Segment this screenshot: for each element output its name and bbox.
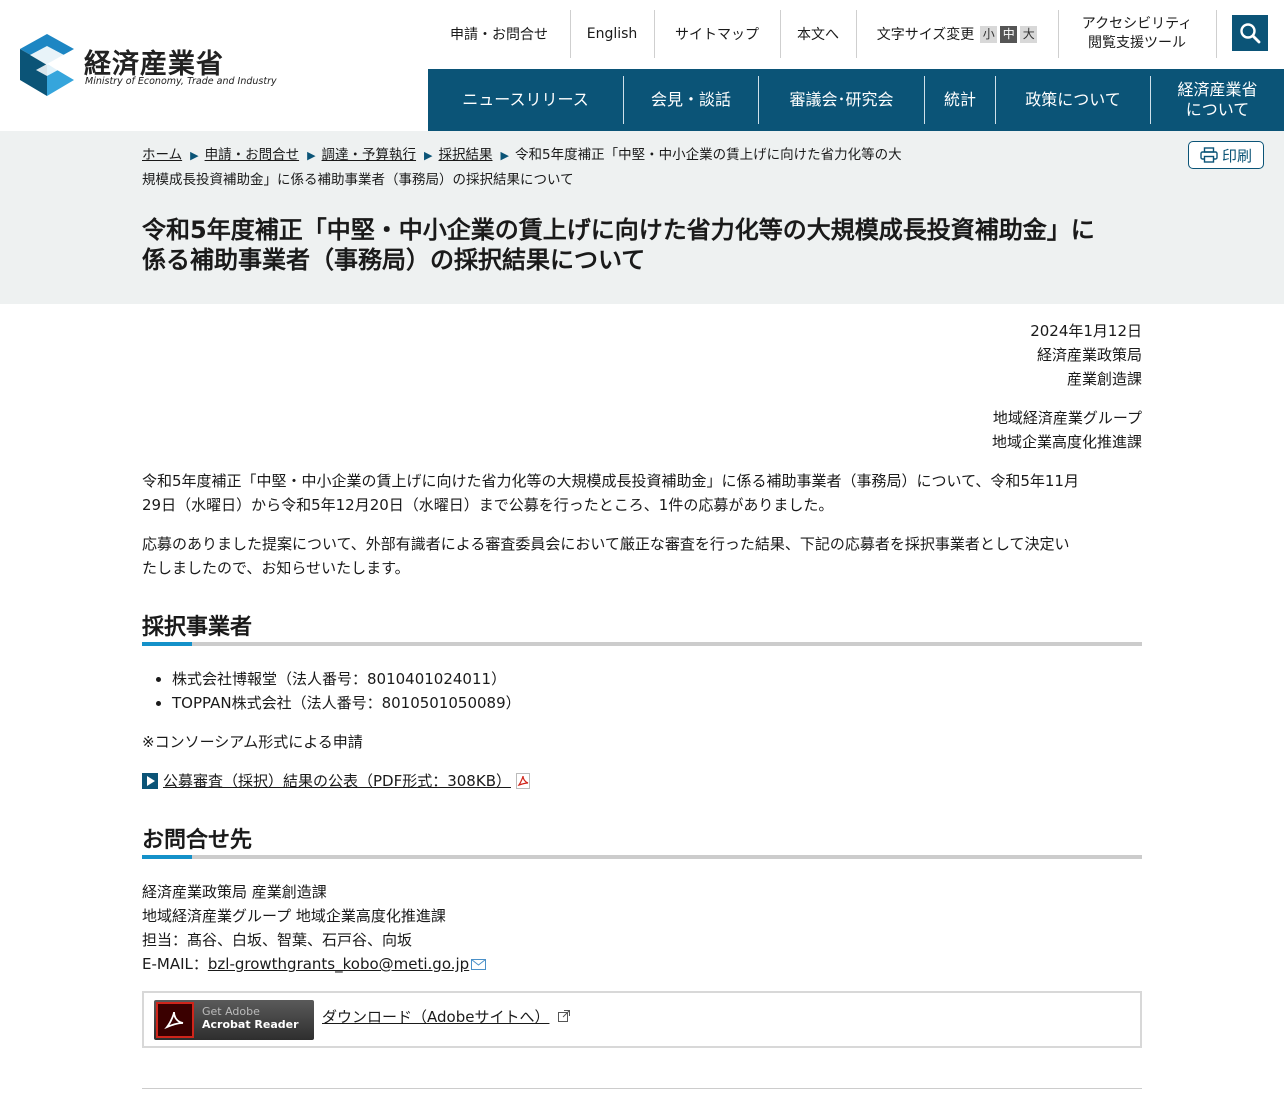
nav-item-about-meti[interactable]: 経済産業省 について [1151,69,1284,131]
department-division: 産業創造課 [1066,370,1142,388]
release-meta-2: 地域経済産業グループ 地域企業高度化推進課 [142,406,1142,454]
play-arrow-icon [142,773,158,789]
acrobat-icon [156,1002,194,1038]
release-date: 2024年1月12日 [1030,322,1142,340]
divider [654,10,655,58]
site-header: 経済産業省 Ministry of Economy, Trade and Ind… [0,0,1284,131]
intro-line1: 令和5年度補正「中堅・中小企業の賃上げに向けた省力化等の大規模成長投資補助金」に… [142,472,1079,490]
decision-paragraph: 応募のありました提案について、外部有識者による審査委員会において厳正な審査を行っ… [142,532,1142,580]
font-size-large-button[interactable]: 大 [1020,25,1038,43]
mail-icon [471,958,487,970]
breadcrumb-arrow-icon: ▶ [190,149,199,162]
contact-info: 経済産業政策局 産業創造課 地域経済産業グループ 地域企業高度化推進課 担当：髙… [142,880,1142,976]
heading-underline [142,855,1142,859]
page-title: 令和5年度補正「中堅・中小企業の賃上げに向けた省力化等の大規模成長投資補助金」に… [142,215,1142,275]
pdf-result-link[interactable]: 公募審査（採択）結果の公表（PDF形式：308KB） [142,769,531,793]
accessibility-tool-link[interactable]: アクセシビリティ 閲覧支援ツール [1062,10,1212,58]
list-item: 株式会社博報堂（法人番号：8010401024011） [172,667,1072,691]
department-bureau: 経済産業政策局 [1036,346,1142,364]
search-button[interactable] [1232,15,1268,51]
release-meta: 2024年1月12日 経済産業政策局 産業創造課 [142,319,1142,391]
get-adobe-reader-badge[interactable]: Get Adobe Acrobat Reader [154,1000,314,1040]
breadcrumb-arrow-icon: ▶ [307,149,316,162]
breadcrumb-current-cont: 規模成長投資補助金」に係る補助事業者（事務局）の採択結果について [142,172,574,188]
heading-underline [142,642,1142,646]
search-icon [1240,23,1261,44]
page-title-line2: 係る補助事業者（事務局）の採択結果について [142,246,646,274]
skip-to-content-link[interactable]: 本文へ [784,10,852,58]
intro-line2: 29日（水曜日）から令和5年12月20日（水曜日）まで公募を行ったところ、1件の… [142,496,834,514]
adobe-download-text: ダウンロード（Adobeサイトへ） [322,1008,550,1026]
font-size-label: 文字サイズ変更 [876,27,975,43]
list-item: TOPPAN株式会社（法人番号：8010501050089） [172,691,1072,715]
pdf-icon [515,773,530,789]
font-size-medium-button[interactable]: 中 [1000,25,1018,43]
email-label: E-MAIL： [142,955,208,973]
nav-item-policy[interactable]: 政策について [996,69,1150,131]
breadcrumb-contact[interactable]: 申請・お問合せ [205,147,300,163]
title-band: ホーム ▶ 申請・お問合せ ▶ 調達・予算執行 ▶ 採択結果 ▶ 令和5年度補正「中堅・中小企業… [0,131,1284,304]
section-heading-contact: お問合せ先 [142,828,253,853]
divider [1216,10,1217,58]
global-nav: ニュースリリース 会見・談話 審議会･研究会 統計 政策について 経済産業省 に… [428,69,1284,131]
divider [1058,10,1059,58]
adobe-download-link[interactable]: ダウンロード（Adobeサイトへ） [322,1006,571,1027]
adobe-badge-line1: Get Adobe [202,1005,260,1018]
divider [570,10,571,58]
meti-logo-icon [20,34,74,96]
print-label: 印刷 [1221,146,1252,165]
nav-about-line2: について [1185,100,1250,119]
contact-link[interactable]: 申請・お問合せ [432,10,566,58]
decision-line2: たしましたので、お知らせいたします。 [142,559,410,577]
divider [856,10,857,58]
department-group-division: 地域企業高度化推進課 [991,433,1142,451]
divider [780,10,781,58]
accessibility-label-line1: アクセシビリティ [1081,16,1193,32]
meti-logo[interactable]: 経済産業省 Ministry of Economy, Trade and Ind… [20,34,277,98]
section-heading-awardees: 採択事業者 [142,615,253,640]
accessibility-label-line2: 閲覧支援ツール [1088,35,1186,51]
adobe-reader-box: Get Adobe Acrobat Reader ダウンロード（Adobeサイト… [142,991,1142,1048]
email-link[interactable]: bzl-growthgrants_kobo@meti.go.jp [208,952,469,976]
awardee-list: 株式会社博報堂（法人番号：8010401024011） TOPPAN株式会社（法… [172,667,1072,715]
printer-icon [1200,147,1218,163]
pdf-link-text: 公募審査（採択）結果の公表（PDF形式：308KB） [163,772,511,790]
nav-item-news-release[interactable]: ニュースリリース [428,69,623,131]
breadcrumb-current: 令和5年度補正「中堅・中小企業の賃上げに向けた省力化等の大 [514,147,902,163]
nav-item-press-conference[interactable]: 会見・談話 [624,69,758,131]
english-link[interactable]: English [574,10,650,58]
nav-item-councils[interactable]: 審議会･研究会 [759,69,924,131]
adobe-badge-line2: Acrobat Reader [202,1018,299,1031]
page-title-line1: 令和5年度補正「中堅・中小企業の賃上げに向けた省力化等の大規模成長投資補助金」に [142,216,1095,244]
intro-paragraph: 令和5年度補正「中堅・中小企業の賃上げに向けた省力化等の大規模成長投資補助金」に… [142,469,1142,517]
breadcrumb: ホーム ▶ 申請・お問合せ ▶ 調達・予算執行 ▶ 採択結果 ▶ 令和5年度補正「中堅・中小企業… [142,143,942,192]
breadcrumb-procurement[interactable]: 調達・予算執行 [322,147,417,163]
font-size-control: 文字サイズ変更 小 中 大 [860,10,1054,58]
breadcrumb-home[interactable]: ホーム [142,147,182,163]
nav-about-line1: 経済産業省 [1177,80,1258,99]
consortium-note: ※コンソーシアム形式による申請 [142,733,363,751]
breadcrumb-results[interactable]: 採択結果 [439,147,493,163]
adobe-badge-text: Get Adobe Acrobat Reader [202,1005,299,1031]
contact-group: 地域経済産業グループ 地域企業高度化推進課 [142,907,446,925]
contact-bureau: 経済産業政策局 産業創造課 [142,883,327,901]
content-divider [142,1088,1142,1089]
logo-subtitle: Ministry of Economy, Trade and Industry [85,76,277,87]
print-button[interactable]: 印刷 [1188,141,1264,169]
breadcrumb-arrow-icon: ▶ [500,149,509,162]
external-link-icon [558,1010,571,1022]
decision-line1: 応募のありました提案について、外部有識者による審査委員会において厳正な審査を行っ… [142,535,1070,553]
department-group: 地域経済産業グループ [992,409,1142,427]
contact-persons: 担当：髙谷、白坂、智葉、石戸谷、向坂 [142,931,413,949]
font-size-small-button[interactable]: 小 [980,25,998,43]
nav-item-statistics[interactable]: 統計 [925,69,995,131]
breadcrumb-arrow-icon: ▶ [424,149,433,162]
contact-email-row: E-MAIL： bzl-growthgrants_kobo@meti.go.jp [142,952,1142,976]
sitemap-link[interactable]: サイトマップ [658,10,776,58]
